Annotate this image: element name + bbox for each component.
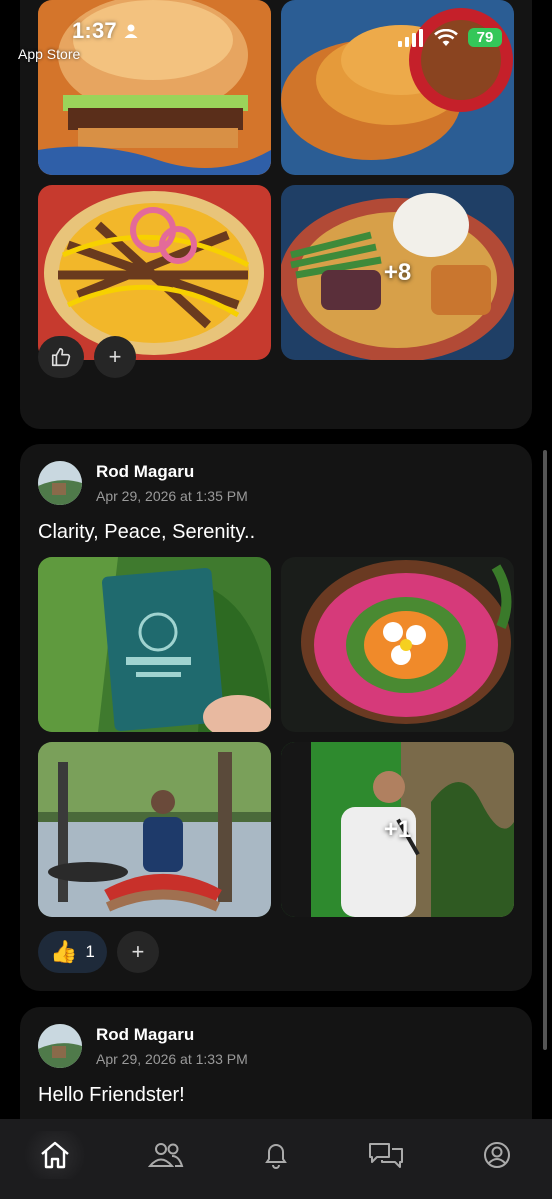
loaded-fries-photo[interactable] bbox=[38, 185, 271, 360]
rice-plate-photo[interactable]: +8 bbox=[281, 185, 514, 360]
post-text: Hello Friendster! bbox=[38, 1084, 185, 1106]
tab-messages[interactable] bbox=[356, 1131, 416, 1179]
post-header: Rod Magaru Apr 29, 2026 at 1:35 PM bbox=[38, 461, 248, 505]
yoga-photo[interactable] bbox=[38, 742, 271, 917]
time-label: 1:37 bbox=[72, 18, 117, 43]
resort-map-photo[interactable] bbox=[38, 557, 271, 732]
thumbs-up-reaction-button[interactable]: 👍 1 bbox=[38, 931, 107, 973]
status-icons: 79 bbox=[398, 28, 502, 47]
add-reaction-button[interactable]: + bbox=[116, 931, 159, 973]
reaction-count: 1 bbox=[85, 942, 95, 961]
add-reaction-label: + bbox=[108, 344, 122, 369]
like-button[interactable] bbox=[38, 336, 84, 378]
avatar[interactable] bbox=[38, 1024, 82, 1068]
person-icon bbox=[124, 24, 138, 38]
back-label: App Store bbox=[18, 46, 81, 62]
more-photos-count: +8 bbox=[383, 258, 412, 286]
post-card: Rod Magaru Apr 29, 2026 at 1:35 PM Clari… bbox=[20, 444, 532, 991]
reaction-row: + bbox=[38, 336, 136, 378]
add-reaction-label: + bbox=[131, 939, 145, 964]
back-to-app-store[interactable]: App Store bbox=[18, 46, 80, 62]
photo-grid: +8 bbox=[38, 0, 514, 360]
bell-icon bbox=[265, 1144, 287, 1169]
reaction-row: 👍 1 + bbox=[38, 931, 159, 973]
post-timestamp: Apr 29, 2026 at 1:35 PM bbox=[96, 488, 248, 504]
photo-grid: +1 bbox=[38, 557, 514, 917]
add-reaction-button[interactable]: + bbox=[94, 336, 136, 378]
author-info: Rod Magaru Apr 29, 2026 at 1:33 PM bbox=[96, 1025, 248, 1067]
home-icon bbox=[41, 1141, 69, 1169]
wifi-icon bbox=[434, 28, 458, 46]
post-header: Rod Magaru Apr 29, 2026 at 1:33 PM bbox=[38, 1024, 248, 1068]
post-timestamp: Apr 29, 2026 at 1:33 PM bbox=[96, 1051, 248, 1067]
friends-icon bbox=[147, 1143, 183, 1167]
avatar[interactable] bbox=[38, 461, 82, 505]
crepes-photo[interactable] bbox=[281, 0, 514, 175]
cellular-signal-icon bbox=[398, 28, 423, 47]
chat-icon bbox=[369, 1143, 404, 1168]
status-time: 1:37 bbox=[72, 18, 139, 44]
post-text: Clarity, Peace, Serenity.. bbox=[38, 521, 256, 543]
tab-home[interactable] bbox=[25, 1131, 86, 1179]
author-name[interactable]: Rod Magaru bbox=[96, 1025, 248, 1045]
thumbs-up-outline-icon bbox=[51, 347, 71, 367]
scrollbar[interactable] bbox=[543, 450, 547, 1050]
battery-indicator: 79 bbox=[468, 28, 502, 47]
profile-icon bbox=[483, 1142, 510, 1168]
author-info: Rod Magaru Apr 29, 2026 at 1:35 PM bbox=[96, 462, 248, 504]
tab-notifications[interactable] bbox=[246, 1131, 306, 1179]
post-card: +8 + bbox=[20, 0, 532, 429]
more-photos-count: +1 bbox=[383, 815, 412, 843]
flower-bowl-photo[interactable] bbox=[281, 557, 514, 732]
tab-profile[interactable] bbox=[467, 1131, 527, 1179]
thumbs-up-emoji-icon: 👍 bbox=[50, 939, 78, 964]
screen: 1:37 App Store 79 +8 + Rod Magaru Apr 29… bbox=[0, 0, 552, 1199]
tab-bar bbox=[0, 1119, 552, 1199]
tab-friends[interactable] bbox=[136, 1131, 196, 1179]
author-name[interactable]: Rod Magaru bbox=[96, 462, 248, 482]
speaker-photo[interactable]: +1 bbox=[281, 742, 514, 917]
